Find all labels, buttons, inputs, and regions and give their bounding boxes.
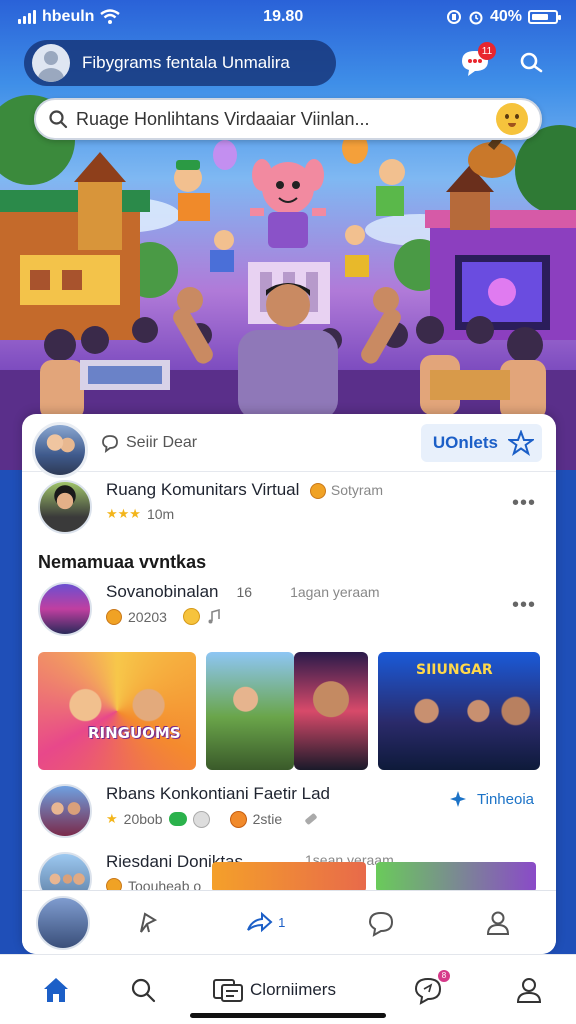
search-button[interactable]	[512, 44, 550, 82]
notification-badge: 11	[478, 42, 496, 60]
comment-hint-label: Seiir Dear	[126, 433, 198, 451]
thumbnail-label: RINGUOMS	[88, 724, 181, 742]
rating-stars-icon: ★★★	[106, 506, 141, 521]
list-item[interactable]: Ruang Komunitars Virtual Sotyram ★★★ 10m…	[22, 480, 556, 542]
profile-button[interactable]	[440, 908, 557, 938]
wifi-icon	[100, 9, 121, 24]
topic-tag[interactable]: Tinheoia	[449, 790, 534, 808]
topic-tag-label: Tinheoia	[477, 790, 534, 808]
more-options-icon[interactable]: •••	[512, 594, 536, 617]
nav-profile[interactable]	[482, 962, 576, 1018]
battery-icon	[527, 10, 561, 24]
nav-search[interactable]	[112, 962, 174, 1018]
nav-communities-label: Clorniimers	[250, 979, 336, 999]
emoji-icon	[182, 608, 200, 625]
app-title: Fibygrams fentala Unmalira	[82, 53, 290, 72]
angry-emoji-icon	[229, 810, 247, 828]
media-thumbnail[interactable]	[294, 652, 368, 770]
thumbnail-label: SIIUNGAR	[416, 662, 493, 678]
carrier-name: hbeuln	[42, 8, 95, 25]
battery-percent: 40%	[489, 8, 522, 25]
share-count: 1	[278, 915, 286, 930]
signal-icon	[18, 10, 36, 24]
repost-button[interactable]	[90, 908, 207, 938]
user-avatar[interactable]	[32, 44, 70, 82]
alarm-icon	[469, 11, 483, 25]
post-meta-2: 2stie	[252, 811, 283, 827]
section-title: Nemamuaa vvntkas	[38, 552, 207, 572]
nav-communities[interactable]: Clorniimers	[174, 962, 374, 1018]
post-title: Sovanobinalan	[106, 582, 219, 601]
sparkle-icon	[450, 791, 467, 807]
comment-icon	[369, 911, 394, 937]
my-avatar[interactable]	[36, 895, 90, 950]
bottom-navigation: Clorniimers 8	[0, 954, 576, 1024]
media-thumbnail[interactable]: SIIUNGAR	[378, 652, 540, 770]
search-bar[interactable]	[34, 98, 542, 140]
badge-icon	[168, 812, 187, 826]
feed-card: Seiir Dear UOnlets Ruang Komunitars Virt…	[22, 414, 556, 954]
search-icon	[49, 110, 68, 129]
person-icon	[486, 911, 509, 935]
list-item[interactable]: Sovanobinalan 16 1agan yeraam 20203 •••	[22, 582, 556, 642]
share-button[interactable]: 1	[207, 908, 324, 938]
media-carousel: RINGUOMS SIIUNGAR	[22, 652, 556, 770]
person-icon	[516, 977, 542, 1003]
card-header: Seiir Dear UOnlets	[22, 414, 556, 478]
post-meta: 10m	[146, 506, 175, 522]
search-icon	[131, 978, 156, 1002]
nav-messages[interactable]: 8	[374, 962, 482, 1018]
app-header: Fibygrams fentala Unmalira	[24, 40, 336, 86]
repost-icon	[140, 911, 158, 933]
comment-icon	[102, 434, 118, 453]
star-icon	[508, 429, 534, 456]
comment-button[interactable]	[323, 908, 440, 938]
tag-icon	[305, 813, 317, 825]
vote-label: UOnlets	[432, 432, 498, 452]
search-icon	[520, 52, 543, 73]
list-item[interactable]: Rbans Konkontiani Faetir Lad ★ 20bob 2st…	[22, 784, 556, 848]
clock: 19.80	[263, 8, 304, 25]
home-icon	[44, 977, 68, 1002]
share-icon	[247, 911, 273, 932]
vote-button[interactable]: UOnlets	[420, 423, 542, 462]
coin-icon	[310, 482, 327, 499]
emoji-icon[interactable]	[496, 103, 528, 135]
post-meta: 20bob	[123, 811, 163, 827]
post-avatar[interactable]	[38, 582, 92, 636]
coin-icon	[106, 608, 122, 625]
post-avatar[interactable]	[38, 480, 92, 534]
media-thumbnail[interactable]	[206, 652, 294, 770]
community-icon	[213, 978, 244, 1002]
search-input[interactable]	[76, 108, 488, 130]
media-thumbnail[interactable]	[376, 862, 536, 892]
emoji-icon	[192, 810, 210, 828]
status-bar: hbeuln 19.80 40%	[0, 0, 576, 34]
media-thumbnail[interactable]: RINGUOMS	[38, 652, 196, 770]
home-indicator	[190, 1013, 386, 1018]
comment-hint[interactable]: Seiir Dear	[100, 433, 197, 453]
post-action-bar: 1	[22, 890, 556, 954]
music-note-icon	[208, 608, 220, 623]
post-aside: 16	[236, 584, 253, 600]
star-icon: ★	[106, 811, 118, 826]
media-thumbnail[interactable]	[212, 862, 366, 892]
post-time: 1agan yeraam	[290, 584, 380, 600]
orientation-lock-icon	[446, 10, 461, 24]
more-options-icon[interactable]: •••	[512, 492, 536, 515]
post-title: Ruang Komunitars Virtual	[106, 480, 300, 499]
notifications-button[interactable]: 11	[456, 42, 496, 82]
post-meta: 20203	[128, 608, 167, 625]
header-actions: 11	[456, 42, 550, 82]
nav-home[interactable]	[0, 962, 112, 1018]
post-extra: Sotyram	[330, 482, 383, 498]
post-avatar[interactable]	[38, 784, 92, 838]
group-avatar[interactable]	[32, 421, 88, 478]
message-badge: 8	[438, 969, 450, 982]
